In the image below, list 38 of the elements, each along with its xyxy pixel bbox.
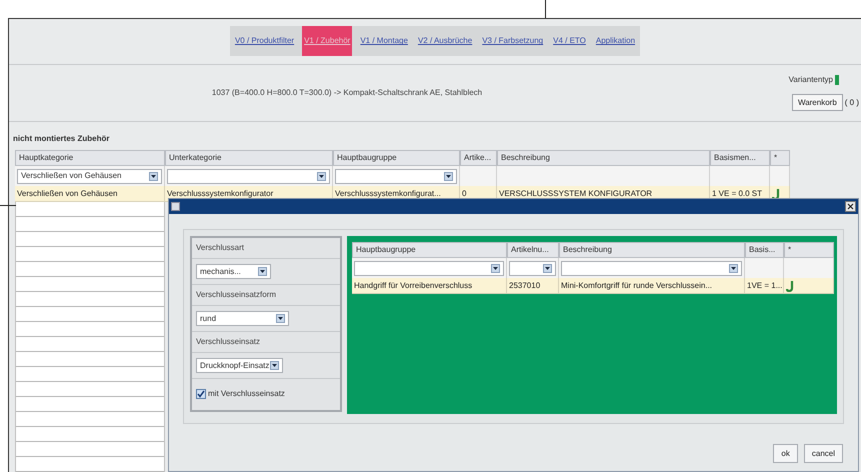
section-title: nicht montiertes Zubehör [13, 134, 110, 143]
table-row[interactable]: Handgriff für Vorreibenverschluss 2537010 Mini-Komfortgriff für runde Verschlussein... 1VE = 1... [352, 278, 834, 294]
column-header[interactable]: Beschreibung [497, 150, 710, 166]
column-header[interactable]: Basismen... [710, 150, 770, 166]
table-cell: 2537010 [507, 278, 559, 294]
column-header[interactable]: Hauptkategorie [15, 150, 165, 166]
filter-dropdown[interactable]: mechanis... [196, 264, 271, 279]
filter-dropdown[interactable]: Druckknopf-Einsatz [196, 358, 283, 373]
filter-dropdown[interactable]: Verschließen von Gehäusen [17, 168, 162, 184]
column-header[interactable]: Unterkategorie [165, 150, 333, 166]
nav-tab[interactable]: V0 / Produktfilter [232, 26, 296, 56]
dialog-button[interactable]: cancel [804, 444, 843, 463]
nav-tab[interactable]: V4 / ETO [551, 26, 588, 56]
checkbox-label: mit Verschlusseinsatz [208, 388, 285, 400]
variant-type-label: Variantentyp [788, 74, 833, 86]
nav-tab[interactable]: V3 / Farbsetzung [480, 26, 546, 56]
filter-label: Verschlusseinsatzform [196, 289, 276, 301]
table-cell: 1VE = 1... [745, 278, 784, 294]
table-cell: Handgriff für Vorreibenverschluss [352, 278, 507, 294]
cart-button[interactable]: Warenkorb [792, 94, 843, 112]
nav-tab[interactable]: Applikation [594, 26, 638, 56]
column-header[interactable]: * [784, 242, 834, 258]
column-header[interactable]: Artikelnu... [507, 242, 559, 258]
cart-count: ( 0 ) [844, 96, 859, 109]
column-header[interactable]: Basis... [745, 242, 784, 258]
nav-tab[interactable]: V2 / Ausbrüche [416, 26, 474, 56]
column-header[interactable]: Hauptbaugruppe [333, 150, 460, 166]
filter-label: Verschlusseinsatz [196, 336, 260, 348]
dialog-button[interactable]: ok [773, 444, 798, 463]
column-header[interactable]: Hauptbaugruppe [352, 242, 507, 258]
column-header[interactable]: Artike... [460, 150, 497, 166]
configuration-description: 1037 (B=400.0 H=800.0 T=300.0) -> Kompakt-Schaltschrank AE, Stahlblech [212, 86, 482, 99]
nav-tab[interactable]: V1 / Montage [358, 26, 410, 56]
filter-label: Verschlussart [196, 242, 244, 254]
filter-dropdown[interactable]: rund [196, 311, 289, 326]
column-header[interactable]: * [770, 150, 790, 166]
column-header[interactable]: Beschreibung [559, 242, 745, 258]
table-cell: Mini-Komfortgriff für runde Verschlussein... [559, 278, 745, 294]
